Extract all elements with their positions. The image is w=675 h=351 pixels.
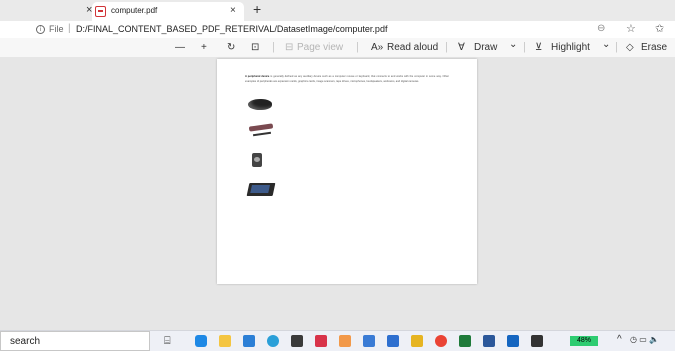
app-icon[interactable]	[531, 335, 543, 347]
store-icon[interactable]	[291, 335, 303, 347]
read-aloud-icon[interactable]: A»	[371, 42, 383, 53]
edge-icon[interactable]	[267, 335, 279, 347]
toolbar-separator: |	[272, 41, 275, 53]
highlight-chevron-icon[interactable]: ⌄	[602, 39, 610, 50]
pdf-toolbar: — + ↻ ⊡ | ⊟ Page view | A» Read aloud | …	[0, 38, 675, 58]
device-image	[252, 153, 262, 167]
battery-indicator[interactable]: 48%	[570, 336, 598, 346]
app-icon[interactable]	[459, 335, 471, 347]
tablet-image	[246, 183, 276, 196]
pdf-page: A peripheral device is generally defined…	[217, 59, 477, 284]
zoom-out-button[interactable]: —	[175, 42, 185, 53]
pdf-paragraph-lead: A peripheral device	[245, 75, 270, 78]
taskbar: search ⌸ 48% ^ ◷ ▭ 🔈	[0, 330, 675, 351]
tab-title: computer.pdf	[111, 6, 158, 15]
toolbar-separator: |	[615, 41, 618, 53]
page-view-button: Page view	[297, 42, 344, 53]
zoom-icon[interactable]: ⊖	[597, 23, 605, 34]
chrome-icon[interactable]	[435, 335, 447, 347]
pdf-paragraph: A peripheral device is generally defined…	[245, 75, 449, 84]
add-favorite-icon[interactable]: ☆	[626, 22, 636, 35]
tab-strip: × computer.pdf × +	[0, 0, 675, 21]
new-tab-button[interactable]: +	[253, 2, 261, 16]
app-icon[interactable]	[339, 335, 351, 347]
draw-icon[interactable]: ∀	[458, 42, 465, 53]
app-icon[interactable]	[507, 335, 519, 347]
pen-image	[248, 123, 274, 132]
document-viewport[interactable]: A peripheral device is generally defined…	[0, 58, 675, 330]
tab-computer-pdf[interactable]: computer.pdf ×	[92, 2, 244, 21]
toolbar-separator: |	[445, 41, 448, 53]
tray-chevron-icon[interactable]: ^	[617, 334, 622, 345]
app-icon[interactable]	[411, 335, 423, 347]
pdf-file-icon	[95, 6, 106, 17]
file-label: File	[49, 24, 64, 34]
toolbar-separator: |	[356, 41, 359, 53]
tray-icons[interactable]: ◷ ▭ 🔈	[630, 335, 659, 344]
cortana-icon[interactable]	[195, 335, 207, 347]
file-explorer-icon[interactable]	[219, 335, 231, 347]
draw-chevron-icon[interactable]: ⌄	[509, 39, 517, 50]
fit-page-icon[interactable]: ⊡	[251, 42, 259, 53]
info-icon[interactable]: i	[36, 25, 45, 34]
word-icon[interactable]	[483, 335, 495, 347]
toolbar-separator: |	[523, 41, 526, 53]
mouse-image	[248, 99, 272, 110]
mail-icon[interactable]	[243, 335, 255, 347]
address-bar[interactable]: i File | D:/FINAL_CONTENT_BASED_PDF_RETE…	[0, 21, 675, 38]
highlight-button[interactable]: Highlight	[551, 42, 590, 53]
eraser-icon[interactable]: ◇	[626, 42, 634, 53]
app-icon[interactable]	[387, 335, 399, 347]
read-aloud-button[interactable]: Read aloud	[387, 42, 438, 53]
rotate-icon[interactable]: ↻	[227, 42, 235, 53]
page-view-icon: ⊟	[285, 42, 294, 53]
draw-button[interactable]: Draw	[474, 42, 497, 53]
erase-button[interactable]: Erase	[641, 42, 667, 53]
url-text[interactable]: D:/FINAL_CONTENT_BASED_PDF_RETERIVAL/Dat…	[76, 24, 387, 34]
pdf-paragraph-body: is generally defined as any auxiliary de…	[245, 75, 449, 83]
favorites-icon[interactable]: ✩	[655, 22, 664, 35]
search-text: search	[10, 336, 41, 347]
highlight-icon[interactable]: ⊻	[535, 42, 542, 53]
app-icon[interactable]	[363, 335, 375, 347]
app-icon[interactable]	[315, 335, 327, 347]
task-view-icon[interactable]: ⌸	[164, 335, 171, 348]
zoom-in-button[interactable]: +	[201, 42, 207, 53]
pen-image-secondary	[252, 131, 272, 137]
tab-close-icon[interactable]: ×	[230, 5, 236, 16]
address-separator: |	[68, 23, 71, 34]
search-input[interactable]: search	[0, 331, 150, 351]
